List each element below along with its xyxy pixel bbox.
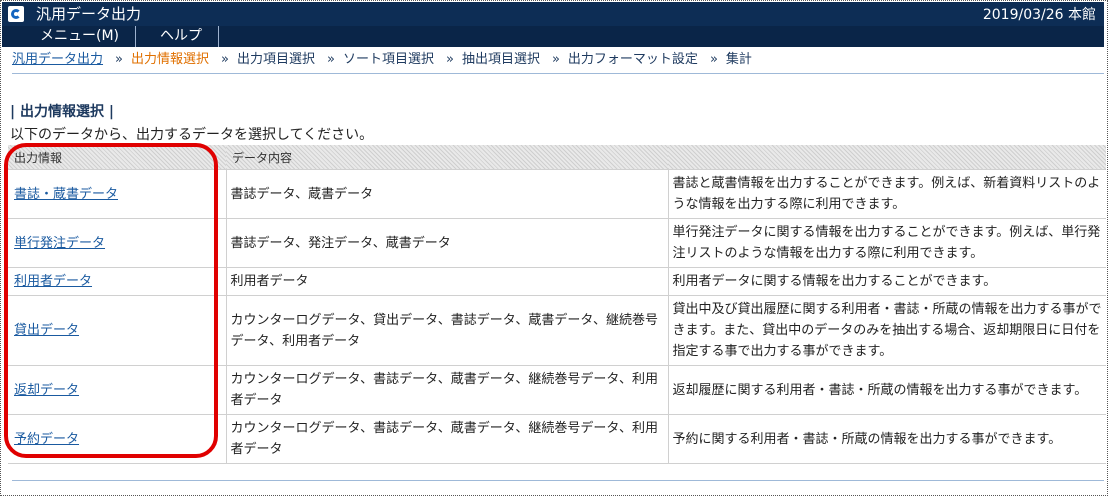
- breadcrumb-separator: »: [709, 52, 718, 67]
- header-description: [668, 145, 1106, 170]
- title-bar: 汎用データ出力 2019/03/26 本館: [2, 2, 1104, 26]
- row-description-cell: 書誌と蔵書情報を出力することができます。例えば、新着資料リストのような情報を出力…: [668, 169, 1106, 219]
- breadcrumb-item-output-info-select: 出力情報選択: [130, 52, 209, 67]
- breadcrumb-separator: »: [445, 52, 454, 67]
- row-name-cell: 単行発注データ: [8, 218, 226, 268]
- link-order-data[interactable]: 単行発注データ: [14, 236, 105, 251]
- row-description-cell: 返却履歴に関する利用者・書誌・所蔵の情報を出力する事ができます。: [668, 365, 1106, 415]
- table-row: 予約データ カウンターログデータ、書誌データ、蔵書データ、継続巻号データ、利用者…: [8, 414, 1106, 464]
- table-row: 利用者データ 利用者データ 利用者データに関する情報を出力することができます。: [8, 267, 1106, 296]
- row-name-cell: 貸出データ: [8, 295, 226, 366]
- instruction-text: 以下のデータから、出力するデータを選択してください。: [10, 127, 374, 143]
- header-output-info: 出力情報: [8, 145, 226, 170]
- row-name-cell: 返却データ: [8, 365, 226, 415]
- breadcrumb-separator: »: [221, 52, 229, 67]
- row-name-cell: 予約データ: [8, 414, 226, 464]
- menu-help[interactable]: ヘルプ: [144, 26, 219, 47]
- table-row: 返却データ カウンターログデータ、書誌データ、蔵書データ、継続巻号データ、利用者…: [8, 365, 1106, 415]
- link-reservation-data[interactable]: 予約データ: [14, 432, 79, 447]
- row-content-cell: 書誌データ、蔵書データ: [225, 169, 669, 219]
- breadcrumb-separator: »: [326, 52, 335, 67]
- app-logo-icon: [8, 6, 24, 22]
- breadcrumb-item-generic-data-output[interactable]: 汎用データ出力: [12, 52, 103, 67]
- row-description-cell: 利用者データに関する情報を出力することができます。: [668, 267, 1106, 296]
- row-description-cell: 単行発注データに関する情報を出力することができます。例えば、単行発注リストのよう…: [668, 218, 1106, 268]
- link-patron-data[interactable]: 利用者データ: [14, 274, 92, 289]
- table-header-row: 出力情報 データ内容: [8, 145, 1106, 170]
- breadcrumb-divider: [12, 73, 1104, 74]
- breadcrumb-item-sort-field-select: ソート項目選択: [342, 52, 434, 67]
- breadcrumb: 汎用データ出力 » 出力情報選択 » 出力項目選択 » ソート項目選択 » 抽出項目選択 » 出力フ…: [12, 50, 756, 70]
- header-data-content: データ内容: [226, 145, 668, 170]
- row-name-cell: 書誌・蔵書データ: [8, 169, 226, 219]
- row-description-cell: 予約に関する利用者・書誌・所蔵の情報を出力する事ができます。: [668, 414, 1106, 464]
- breadcrumb-item-output-format: 出力フォーマット設定: [567, 52, 698, 67]
- breadcrumb-item-aggregate: 集計: [725, 52, 752, 67]
- breadcrumb-item-extract-field-select: 抽出項目選択: [461, 52, 540, 67]
- table-row: 単行発注データ 書誌データ、発注データ、蔵書データ 単行発注データに関する情報を…: [8, 218, 1106, 268]
- output-info-table: 出力情報 データ内容 書誌・蔵書データ 書誌データ、蔵書データ 書誌と蔵書情報を…: [8, 145, 1106, 464]
- row-content-cell: 書誌データ、発注データ、蔵書データ: [225, 218, 669, 268]
- menu-main[interactable]: メニュー(M): [24, 26, 137, 47]
- bottom-divider: [12, 480, 1104, 481]
- date-location: 2019/03/26 本館: [982, 7, 1096, 23]
- row-name-cell: 利用者データ: [8, 267, 226, 296]
- link-bib-holdings-data[interactable]: 書誌・蔵書データ: [14, 187, 118, 202]
- table-row: 書誌・蔵書データ 書誌データ、蔵書データ 書誌と蔵書情報を出力することができます…: [8, 169, 1106, 219]
- breadcrumb-separator: »: [115, 52, 123, 67]
- page-title: | 出力情報選択 |: [10, 104, 114, 120]
- row-content-cell: カウンターログデータ、貸出データ、書誌データ、蔵書データ、継続巻号データ、利用者…: [225, 295, 669, 366]
- breadcrumb-separator: »: [551, 52, 560, 67]
- row-content-cell: 利用者データ: [225, 267, 669, 296]
- link-return-data[interactable]: 返却データ: [14, 383, 79, 398]
- breadcrumb-item-output-field-select: 出力項目選択: [236, 52, 315, 67]
- link-loan-data[interactable]: 貸出データ: [14, 323, 79, 338]
- window-title: 汎用データ出力: [36, 5, 142, 23]
- row-content-cell: カウンターログデータ、書誌データ、蔵書データ、継続巻号データ、利用者データ: [225, 414, 669, 464]
- row-content-cell: カウンターログデータ、書誌データ、蔵書データ、継続巻号データ、利用者データ: [225, 365, 669, 415]
- menu-bar: メニュー(M) ヘルプ: [2, 26, 1104, 47]
- table-row: 貸出データ カウンターログデータ、貸出データ、書誌データ、蔵書データ、継続巻号デ…: [8, 295, 1106, 366]
- row-description-cell: 貸出中及び貸出履歴に関する利用者・書誌・所蔵の情報を出力する事ができます。また、…: [668, 295, 1106, 366]
